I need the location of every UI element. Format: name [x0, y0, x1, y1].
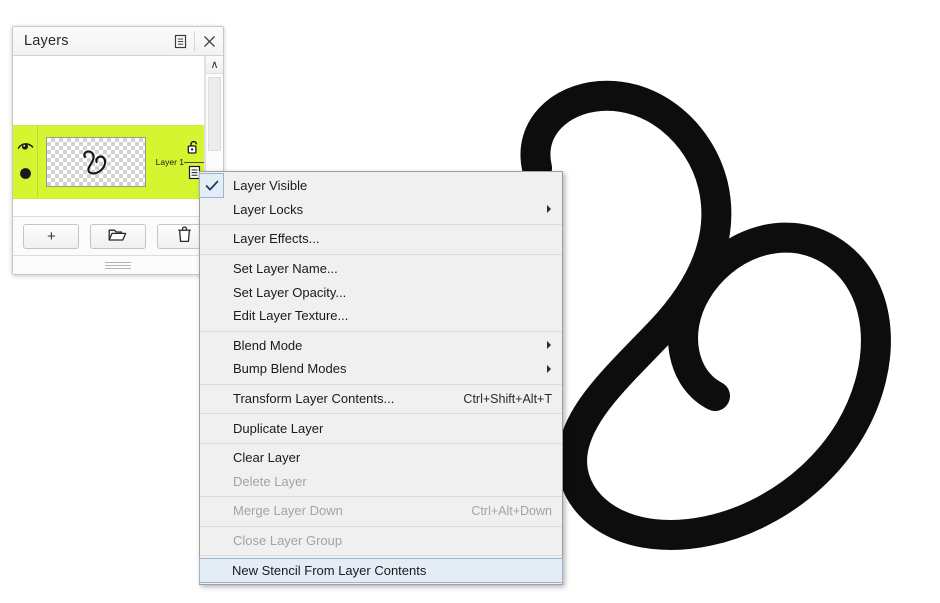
- menu-item-label: Transform Layer Contents...: [233, 391, 395, 407]
- menu-separator: [200, 496, 562, 498]
- menu-item-label: Set Layer Name...: [233, 261, 338, 277]
- menu-separator: [200, 525, 562, 527]
- layer-button-bar: +: [13, 217, 223, 256]
- menu-separator: [200, 330, 562, 332]
- menu-item-blend-mode[interactable]: Blend Mode: [200, 334, 562, 358]
- resize-grip[interactable]: [13, 256, 223, 274]
- menu-item-shortcut: Ctrl+Shift+Alt+T: [463, 391, 552, 406]
- layer-row[interactable]: Layer 1: [13, 125, 204, 199]
- menu-item-delete-layer: Delete Layer: [200, 470, 562, 494]
- layer-list-viewport: Layer 1 ∧: [13, 56, 223, 217]
- open-padlock-icon[interactable]: [187, 140, 200, 160]
- panel-menu-icon[interactable]: [166, 27, 194, 55]
- layer-context-menu: Layer Visible Layer Locks Layer Effects...…: [199, 171, 563, 586]
- menu-separator: [200, 253, 562, 255]
- menu-item-label: Edit Layer Texture...: [233, 308, 349, 324]
- plus-icon: +: [46, 227, 56, 245]
- grip-lines: [105, 260, 131, 271]
- chevron-right-icon: [547, 205, 551, 214]
- menu-item-clear-layer[interactable]: Clear Layer: [200, 446, 562, 470]
- menu-separator: [200, 555, 562, 557]
- menu-item-duplicate-layer[interactable]: Duplicate Layer: [200, 416, 562, 440]
- menu-item-label: Layer Locks: [233, 201, 304, 217]
- filled-circle-icon[interactable]: [19, 167, 32, 185]
- layer-thumbnail[interactable]: [46, 137, 146, 187]
- menu-separator: [200, 413, 562, 415]
- menu-item-set-layer-opacity[interactable]: Set Layer Opacity...: [200, 280, 562, 304]
- menu-separator: [200, 224, 562, 226]
- layer-toggle-column: [13, 126, 38, 198]
- menu-item-bump-blend-modes[interactable]: Bump Blend Modes: [200, 357, 562, 381]
- menu-item-label: Layer Effects...: [233, 231, 320, 247]
- menu-item-label: Merge Layer Down: [233, 503, 343, 519]
- menu-item-merge-layer-down: Merge Layer Down Ctrl+Alt+Down: [200, 499, 562, 523]
- menu-item-label: Set Layer Opacity...: [233, 284, 347, 300]
- menu-item-transform-layer-contents[interactable]: Transform Layer Contents... Ctrl+Shift+Al…: [200, 387, 562, 411]
- menu-item-layer-effects[interactable]: Layer Effects...: [200, 227, 562, 251]
- menu-separator: [200, 383, 562, 385]
- eye-icon[interactable]: [16, 140, 34, 158]
- menu-item-label: Clear Layer: [233, 450, 301, 466]
- trash-icon: [177, 225, 192, 247]
- panel-titlebar[interactable]: Layers: [13, 27, 223, 56]
- menu-item-shortcut: Ctrl+Alt+Down: [471, 503, 552, 518]
- add-layer-button[interactable]: +: [23, 223, 80, 249]
- add-group-button[interactable]: [89, 223, 146, 249]
- layer-name-label: Layer 1: [155, 157, 184, 167]
- menu-item-label: Close Layer Group: [233, 533, 343, 549]
- menu-separator: [200, 442, 562, 444]
- menu-item-label: Layer Visible: [233, 178, 308, 194]
- close-icon[interactable]: [195, 27, 223, 55]
- layer-name-rule: [184, 162, 204, 163]
- menu-item-edit-layer-texture[interactable]: Edit Layer Texture...: [200, 304, 562, 328]
- layers-panel: Layers Layer 1 ∧ +: [12, 26, 224, 275]
- chevron-right-icon: [547, 341, 551, 350]
- menu-item-label: New Stencil From Layer Contents: [232, 563, 427, 579]
- layer-meta-column: Layer 1: [146, 126, 204, 198]
- menu-item-set-layer-name[interactable]: Set Layer Name...: [200, 257, 562, 281]
- page-title: Layers: [24, 33, 69, 49]
- checkmark-icon: [199, 173, 224, 198]
- menu-item-label: Blend Mode: [233, 337, 303, 353]
- scrollbar-thumb[interactable]: [208, 77, 221, 151]
- layer-thumbnail-cell[interactable]: [38, 126, 146, 198]
- folder-icon: [108, 227, 127, 246]
- layer-list: Layer 1: [13, 56, 205, 216]
- menu-item-label: Delete Layer: [233, 473, 307, 489]
- thumbnail-swirl-icon: [83, 150, 107, 175]
- scroll-up-arrow-icon[interactable]: ∧: [206, 56, 223, 74]
- layer-list-empty-area: [13, 56, 204, 125]
- titlebar-buttons: [166, 27, 223, 55]
- menu-item-close-layer-group: Close Layer Group: [200, 529, 562, 553]
- menu-item-new-stencil-from-layer-contents[interactable]: New Stencil From Layer Contents: [199, 558, 563, 584]
- menu-item-layer-visible[interactable]: Layer Visible: [199, 173, 562, 198]
- menu-item-label: Duplicate Layer: [233, 420, 324, 436]
- menu-item-layer-locks[interactable]: Layer Locks: [200, 198, 562, 222]
- application-window: Layers Layer 1 ∧ + Layer Visible Layer L…: [0, 0, 940, 603]
- chevron-right-icon: [547, 364, 551, 373]
- menu-item-label: Bump Blend Modes: [233, 361, 347, 377]
